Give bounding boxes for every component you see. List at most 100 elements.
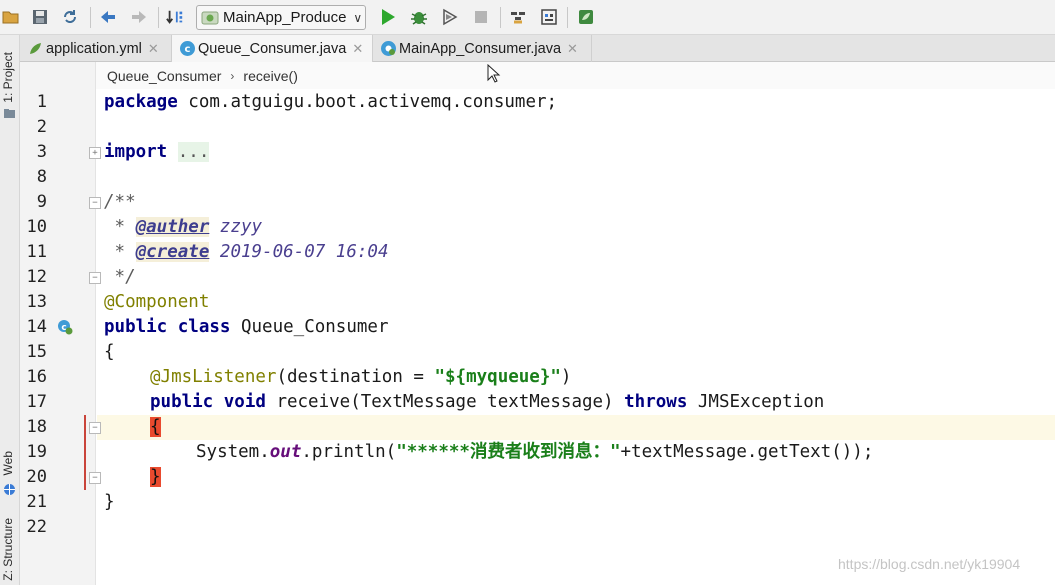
code-text: receive(TextMessage textMessage) xyxy=(265,392,625,412)
run-icon[interactable] xyxy=(379,8,397,26)
line-number: 3 xyxy=(36,142,47,162)
toolbar-separator xyxy=(500,7,501,28)
keyword: package xyxy=(104,92,178,112)
tab-queue-consumer-java[interactable]: c Queue_Consumer.java ✕ xyxy=(172,35,373,62)
fold-marker-expand[interactable]: + xyxy=(89,147,101,159)
code-text: .println( xyxy=(301,442,397,462)
project-structure-icon[interactable] xyxy=(509,8,527,26)
line-number: 17 xyxy=(26,392,47,412)
gutter-header xyxy=(20,62,96,89)
vcs-change-marker[interactable] xyxy=(84,415,86,490)
keyword: public class xyxy=(104,317,231,337)
matched-brace: { xyxy=(150,417,161,437)
fold-marker-end[interactable]: − xyxy=(89,272,101,284)
stop-icon[interactable] xyxy=(472,8,490,26)
line-number: 21 xyxy=(26,492,47,512)
line-number: 12 xyxy=(26,267,47,287)
tab-mainapp-consumer-java[interactable]: MainApp_Consumer.java ✕ xyxy=(373,35,592,62)
project-tool-tab[interactable]: 1: Project xyxy=(1,41,15,113)
spring-bean-gutter-icon[interactable]: c xyxy=(57,319,73,335)
save-icon[interactable] xyxy=(31,8,49,26)
editor-tab-bar: application.yml ✕ c Queue_Consumer.java … xyxy=(20,35,1055,62)
folded-imports[interactable]: ... xyxy=(177,142,210,162)
code-line-1: package com.atguigu.boot.activemq.consum… xyxy=(104,90,557,115)
javadoc-tag: @auther xyxy=(135,217,210,237)
code-line-13: @Component xyxy=(104,292,210,312)
toolbar-separator xyxy=(567,7,568,28)
code-text: +textMessage.getText()); xyxy=(620,442,874,462)
code-line-14: public class Queue_Consumer xyxy=(104,315,388,340)
javadoc-value: zzyy xyxy=(209,217,263,237)
annotation: @JmsListener xyxy=(150,367,277,387)
spring-icon[interactable] xyxy=(577,8,595,26)
line-number: 11 xyxy=(26,242,47,262)
run-configuration-selector[interactable]: MainApp_Produce ∨ xyxy=(196,5,366,30)
code-line-12: */ xyxy=(104,267,136,287)
project-tool-label: 1: Project xyxy=(1,51,15,103)
line-number: 18 xyxy=(26,417,47,437)
make-project-icon[interactable] xyxy=(166,8,184,26)
code-line-16: @JmsListener(destination = "${myqueue}") xyxy=(150,365,571,390)
close-icon[interactable]: ✕ xyxy=(567,41,578,57)
line-number: 1 xyxy=(36,92,47,112)
open-folder-icon[interactable] xyxy=(2,8,20,26)
line-number: 20 xyxy=(26,467,47,487)
coverage-icon[interactable] xyxy=(441,8,459,26)
fold-marker-end[interactable]: − xyxy=(89,472,101,484)
line-number: 14 xyxy=(26,317,47,337)
javadoc-tag: @create xyxy=(135,242,210,262)
fold-marker-collapse[interactable]: − xyxy=(89,422,101,434)
code-line-18: { xyxy=(150,415,161,440)
line-number: 10 xyxy=(26,217,47,237)
code-line-3: import ... xyxy=(104,140,210,165)
code-line-10: * @auther zzyy xyxy=(104,215,262,240)
javadoc-value: 2019-06-07 16:04 xyxy=(209,242,389,262)
line-number: 16 xyxy=(26,367,47,387)
line-number: 8 xyxy=(36,167,47,187)
tab-label: application.yml xyxy=(46,40,142,57)
code-text: (destination = xyxy=(276,367,435,387)
breadcrumb-separator: › xyxy=(230,68,235,83)
tab-application-yml[interactable]: application.yml ✕ xyxy=(20,35,172,62)
line-number: 19 xyxy=(26,442,47,462)
breadcrumb-class[interactable]: Queue_Consumer xyxy=(107,68,221,84)
left-tool-strip: 1: Project Web Z: Structure xyxy=(0,35,20,585)
watermark-text: https://blog.csdn.net/yk19904 xyxy=(838,556,1021,572)
main-toolbar: MainApp_Produce ∨ xyxy=(0,0,1055,35)
close-icon[interactable]: ✕ xyxy=(352,41,363,57)
code-line-17: public void receive(TextMessage textMess… xyxy=(150,390,824,415)
close-icon[interactable]: ✕ xyxy=(148,41,159,57)
fold-marker-collapse[interactable]: − xyxy=(89,197,101,209)
debug-icon[interactable] xyxy=(410,8,428,26)
spring-boot-icon xyxy=(201,9,219,27)
caret-line-highlight xyxy=(97,415,1055,440)
string-literal: "${myqueue}" xyxy=(434,367,561,387)
sync-icon[interactable] xyxy=(61,8,79,26)
matched-brace: } xyxy=(150,467,161,487)
yaml-leaf-icon xyxy=(28,41,43,56)
line-number: 22 xyxy=(26,517,47,537)
breadcrumb-method[interactable]: receive() xyxy=(243,68,297,84)
back-icon[interactable] xyxy=(99,8,117,26)
doc-star: * xyxy=(104,217,136,237)
web-tool-tab[interactable]: Web xyxy=(1,445,15,481)
code-text: Queue_Consumer xyxy=(230,317,389,337)
code-line-20: } xyxy=(150,465,161,490)
structure-tool-tab[interactable]: Z: Structure xyxy=(1,513,15,585)
structure-tool-label: Z: Structure xyxy=(1,517,15,581)
tab-label: MainApp_Consumer.java xyxy=(399,40,562,57)
mouse-pointer-icon xyxy=(487,63,501,84)
breadcrumb: Queue_Consumer › receive() xyxy=(96,62,1055,89)
code-line-21: } xyxy=(104,492,115,512)
line-number: 13 xyxy=(26,292,47,312)
line-number: 2 xyxy=(36,117,47,137)
code-text: JMSException xyxy=(687,392,825,412)
line-number: 9 xyxy=(36,192,47,212)
project-folder-icon xyxy=(3,105,16,118)
forward-icon[interactable] xyxy=(130,8,148,26)
code-text: com.atguigu.boot.activemq.consumer; xyxy=(177,92,558,112)
sdk-icon[interactable] xyxy=(540,8,558,26)
chevron-down-icon: ∨ xyxy=(353,10,363,25)
keyword: public void xyxy=(150,392,266,412)
static-field: out xyxy=(269,442,302,462)
